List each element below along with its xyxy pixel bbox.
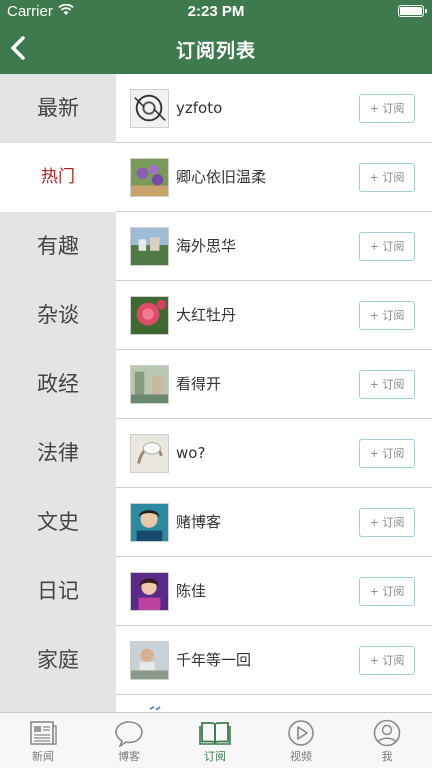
category-item-latest[interactable]: 最新	[0, 74, 116, 143]
tab-bar: 新闻 博客 订阅 视频 我	[0, 712, 432, 768]
list-item[interactable]: 看得开 + 订阅	[116, 350, 432, 419]
avatar	[130, 227, 169, 266]
avatar	[130, 89, 169, 128]
battery-icon	[398, 5, 427, 17]
subscribe-button[interactable]: + 订阅	[359, 301, 415, 330]
subscribe-button[interactable]: + 订阅	[359, 232, 415, 261]
list-item[interactable]: 海外思华 + 订阅	[116, 212, 432, 281]
category-item-hot[interactable]: 热门	[0, 143, 116, 212]
subscription-name: 看得开	[176, 375, 222, 393]
category-item-family[interactable]: 家庭	[0, 626, 116, 695]
avatar	[130, 296, 169, 335]
subscription-name: wo?	[176, 444, 206, 462]
speech-bubble-icon	[115, 721, 143, 747]
tab-label: 订阅	[204, 750, 226, 763]
list-item[interactable]: 赌博客 + 订阅	[116, 488, 432, 557]
tab-label: 新闻	[32, 750, 54, 763]
category-item-misc[interactable]: 杂谈	[0, 281, 116, 350]
subscription-name: 大红牡丹	[176, 306, 237, 324]
status-time: 2:23 PM	[187, 3, 245, 20]
tab-news[interactable]: 新闻	[0, 713, 86, 768]
avatar	[130, 705, 169, 712]
page-title: 订阅列表	[175, 40, 256, 62]
category-item-history[interactable]: 文史	[0, 488, 116, 557]
avatar	[130, 572, 169, 611]
tab-video[interactable]: 视频	[258, 713, 344, 768]
header: Carrier 2:23 PM 订阅列表	[0, 0, 432, 74]
tab-blog[interactable]: 博客	[86, 713, 172, 768]
subscribe-button[interactable]: + 订阅	[359, 577, 415, 606]
book-icon	[199, 722, 231, 745]
category-item-politics-economy[interactable]: 政经	[0, 350, 116, 419]
subscription-name: 千年等一回	[176, 651, 252, 669]
tab-subscribe[interactable]: 订阅	[172, 713, 258, 768]
subscription-name: 赌博客	[176, 513, 222, 531]
list-item[interactable]: yzfoto + 订阅	[116, 74, 432, 143]
list-item[interactable]: 千年等一回 + 订阅	[116, 626, 432, 695]
tab-label: 博客	[118, 750, 140, 763]
subscribe-button[interactable]: + 订阅	[359, 163, 415, 192]
avatar	[130, 434, 169, 473]
subscription-name: 海外思华	[176, 237, 237, 255]
user-icon	[373, 719, 401, 747]
tab-label: 视频	[290, 750, 312, 763]
subscription-name: yzfoto	[176, 99, 223, 117]
newspaper-icon	[30, 721, 57, 745]
list-item[interactable]: 卿心依旧温柔 + 订阅	[116, 143, 432, 212]
subscribe-button[interactable]: + 订阅	[359, 439, 415, 468]
avatar	[130, 641, 169, 680]
category-item-law[interactable]: 法律	[0, 419, 116, 488]
status-bar: Carrier 2:23 PM	[0, 0, 432, 24]
tab-me[interactable]: 我	[344, 713, 430, 768]
list-item[interactable]: wo? + 订阅	[116, 419, 432, 488]
category-item-diary[interactable]: 日记	[0, 557, 116, 626]
subscription-list: yzfoto + 订阅 卿心依旧温柔 + 订阅 海外思华 + 订阅 大红牡丹 +…	[116, 74, 432, 712]
avatar	[130, 365, 169, 404]
play-icon	[288, 720, 314, 746]
category-sidebar: 最新 热门 有趣 杂谈 政经 法律 文史 日记 家庭	[0, 74, 116, 712]
avatar	[130, 503, 169, 542]
subscription-name: 陈佳	[176, 582, 207, 600]
avatar	[130, 158, 169, 197]
subscribe-button[interactable]: + 订阅	[359, 646, 415, 675]
subscribe-button[interactable]: + 订阅	[359, 94, 415, 123]
tab-label: 我	[381, 750, 393, 763]
subscribe-button[interactable]: + 订阅	[359, 370, 415, 399]
subscription-name: 卿心依旧温柔	[176, 168, 267, 186]
subscribe-button[interactable]: + 订阅	[359, 508, 415, 537]
list-item[interactable]: 陈佳 + 订阅	[116, 557, 432, 626]
list-item[interactable]	[116, 695, 432, 712]
list-item[interactable]: 大红牡丹 + 订阅	[116, 281, 432, 350]
category-item-fun[interactable]: 有趣	[0, 212, 116, 281]
